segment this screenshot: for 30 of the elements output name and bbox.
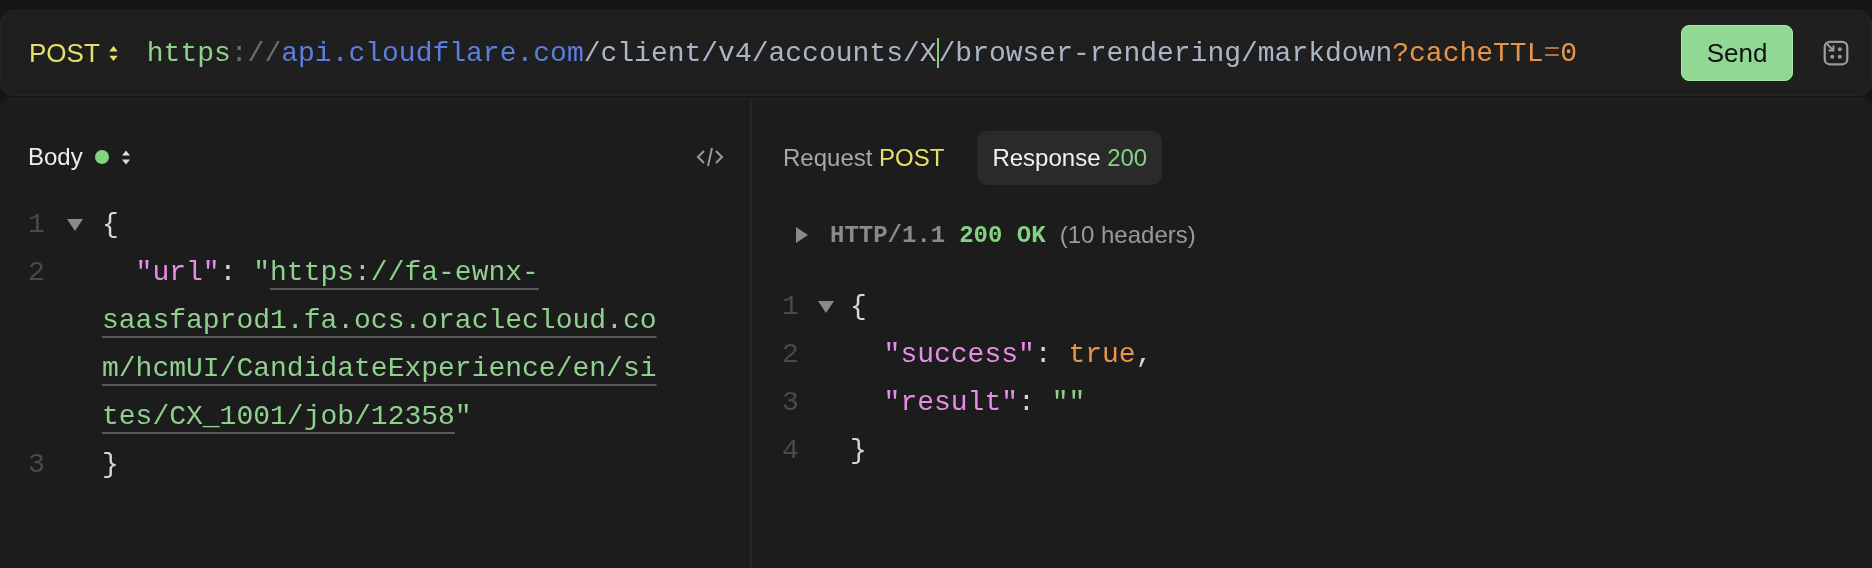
text-cursor	[936, 38, 939, 68]
url-link[interactable]: tes/CX_1001/job/12358	[102, 401, 455, 432]
code-icon[interactable]	[696, 145, 724, 169]
code-line: }	[850, 434, 867, 468]
sort-arrows-icon[interactable]	[107, 44, 119, 62]
code-line: "result": ""	[883, 386, 1086, 420]
fold-arrow-icon[interactable]	[67, 219, 83, 231]
code-line: }	[102, 448, 119, 482]
fold-arrow-icon[interactable]	[818, 301, 834, 313]
url-link[interactable]: m/hcmUI/CandidateExperience/en/si	[102, 353, 657, 384]
status-dot	[94, 150, 109, 164]
panel-tab[interactable]: Request POST	[768, 131, 960, 185]
code-line: "success": true,	[883, 338, 1153, 372]
panel-tab[interactable]: Response 200	[977, 131, 1163, 185]
status-code: 200 OK	[959, 221, 1046, 249]
body-label: Body	[28, 143, 83, 171]
code-line: tes/CX_1001/job/12358"	[102, 400, 473, 434]
method-selector[interactable]: POST	[29, 37, 119, 69]
headers-count: (10 headers)	[1059, 221, 1196, 249]
send-button[interactable]: Send	[1681, 25, 1793, 81]
expand-arrow-icon[interactable]	[796, 227, 808, 243]
code-line: "url": "https://fa-ewnx-	[135, 256, 540, 290]
code-line: {	[850, 290, 867, 324]
url-link[interactable]: saasfaprod1.fa.ocs.oraclecloud.co	[102, 305, 657, 336]
url-field[interactable]: https://api.cloudflare.com/client/v4/accounts/X/browser-rendering/markdown?cacheTTL=0	[146, 37, 1681, 69]
url-link[interactable]: https://fa-ewnx-	[270, 257, 539, 288]
sort-arrows-icon[interactable]	[120, 148, 131, 166]
http-version: HTTP/1.1	[830, 221, 946, 249]
code-line: {	[102, 208, 119, 242]
import-icon[interactable]	[1821, 38, 1851, 68]
